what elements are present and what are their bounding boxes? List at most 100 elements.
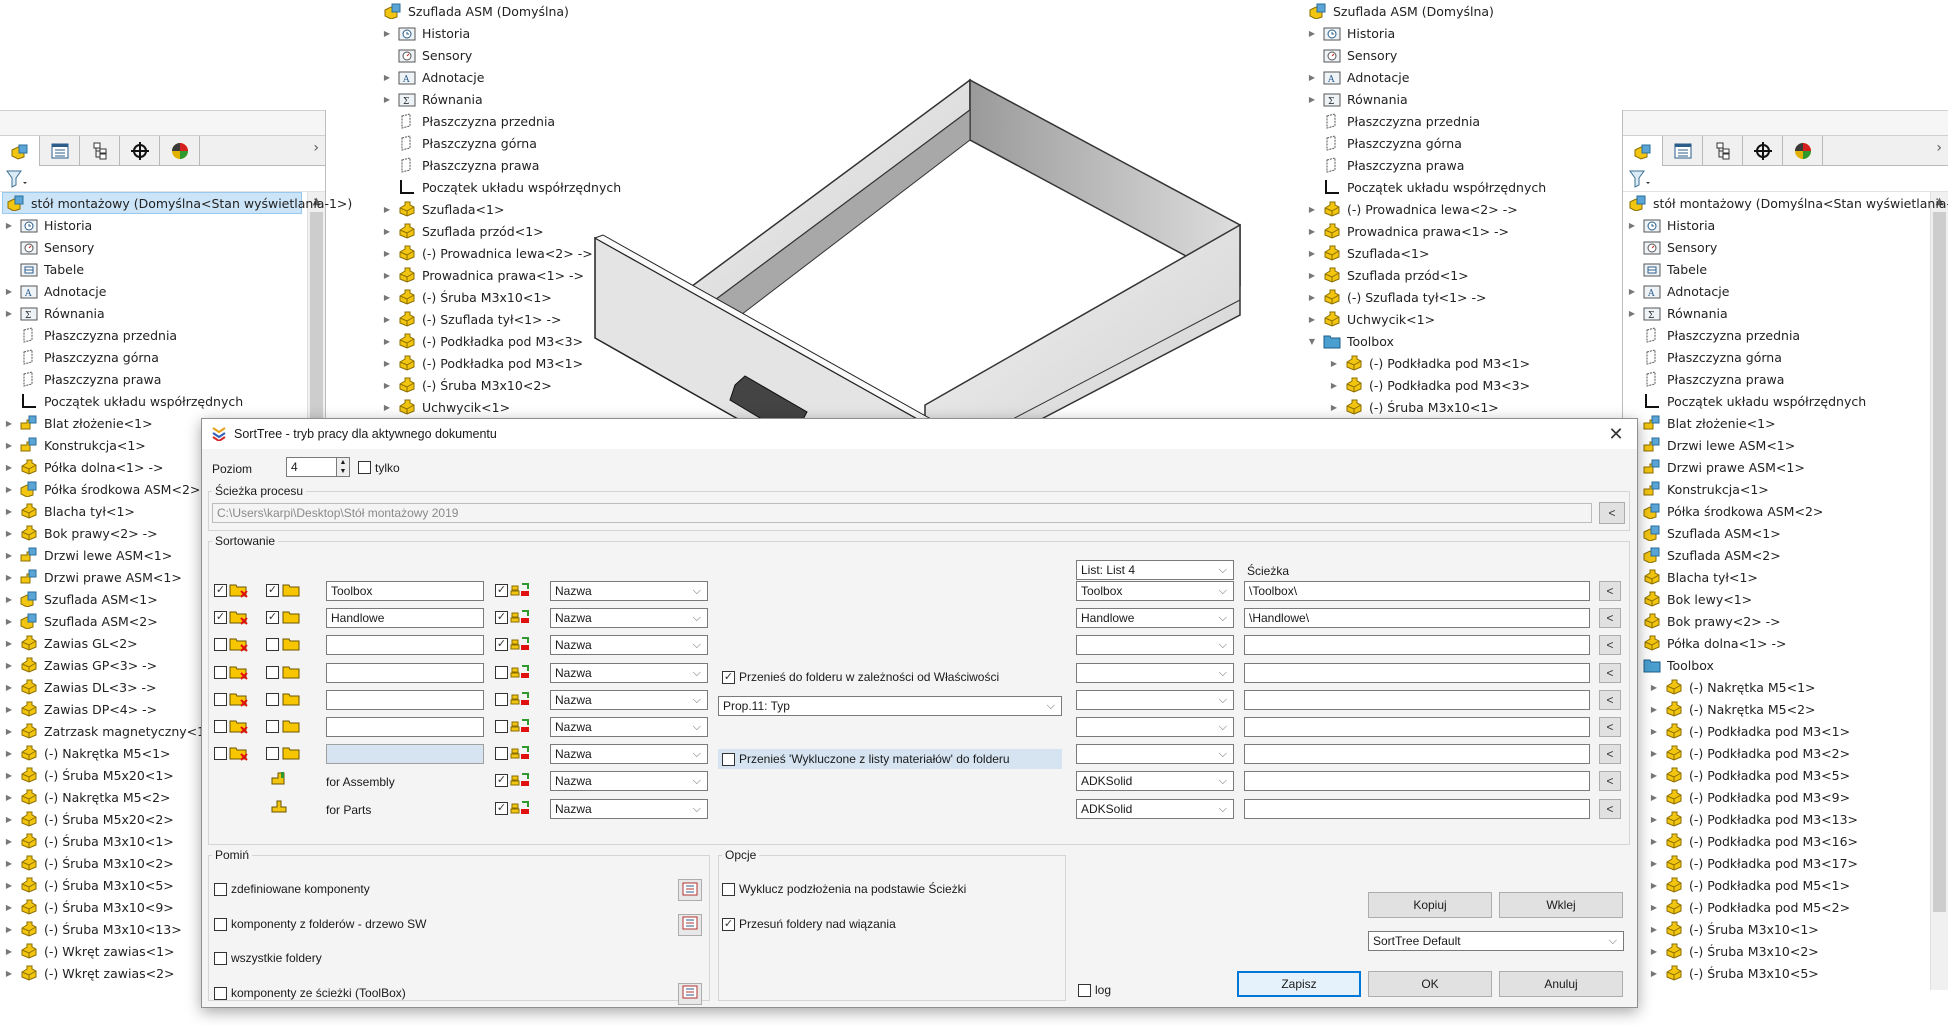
expand-arrow-icon[interactable]: ▶: [2, 812, 16, 826]
expand-arrow-icon[interactable]: ▶: [1327, 378, 1341, 392]
delete-folder-checkbox[interactable]: [214, 720, 227, 733]
tree-item[interactable]: ▶ Prowadnica prawa<1> ->: [1305, 220, 1625, 242]
tree-item[interactable]: ▶Drzwi lewe ASM<1>: [1625, 434, 1925, 456]
expand-arrow-icon[interactable]: ▶: [2, 306, 16, 320]
tab-property-manager[interactable]: [1663, 136, 1703, 166]
tree-item[interactable]: Płaszczyzna prawa: [2, 368, 302, 390]
folder-path-browse-button[interactable]: <: [1599, 799, 1621, 819]
expand-arrow-icon[interactable]: ▶: [1625, 218, 1639, 232]
expand-arrow-icon[interactable]: ▶: [2, 922, 16, 936]
tree-item[interactable]: Początek układu współrzędnych: [2, 390, 302, 412]
process-path-browse-button[interactable]: <: [1599, 502, 1625, 524]
expand-arrow-icon[interactable]: ▶: [1647, 680, 1661, 694]
sort-by-select[interactable]: Nazwa ⌵: [550, 663, 708, 683]
list-entry-select[interactable]: ⌵: [1076, 663, 1234, 683]
expand-arrow-icon[interactable]: ▶: [380, 400, 394, 414]
delete-folder-checkbox[interactable]: [214, 666, 227, 679]
expand-arrow-icon[interactable]: ▶: [2, 636, 16, 650]
folder-path-input[interactable]: \Handlowe\: [1244, 608, 1590, 628]
sort-by-select[interactable]: Nazwa ⌵: [550, 799, 708, 819]
tree-item[interactable]: Płaszczyzna górna: [1625, 346, 1925, 368]
tree-item[interactable]: ▶Bok lewy<1>: [1625, 588, 1925, 610]
folder-path-browse-button[interactable]: <: [1599, 771, 1621, 791]
tree-item[interactable]: Sensory: [1625, 236, 1925, 258]
skip-option-checkbox[interactable]: [214, 986, 227, 1000]
folder-path-browse-button[interactable]: <: [1599, 635, 1621, 655]
folder-path-input[interactable]: [1244, 717, 1590, 737]
delete-folder-checkbox[interactable]: [214, 693, 227, 706]
log-checkbox[interactable]: [1078, 984, 1091, 997]
level-input[interactable]: 4: [286, 457, 338, 477]
sort-by-select[interactable]: Nazwa ⌵: [550, 690, 708, 710]
expand-arrow-icon[interactable]: ▶: [1647, 702, 1661, 716]
folder-path-input[interactable]: [1244, 663, 1590, 683]
tree-item[interactable]: ▶ (-) Podkładka pod M3<2>: [1625, 742, 1925, 764]
tree-item[interactable]: Sensory: [380, 44, 700, 66]
panel-expand-chevron-icon[interactable]: ›: [313, 140, 319, 156]
sort-by-select[interactable]: Nazwa ⌵: [550, 771, 708, 791]
tree-item[interactable]: ▶Półka dolna<1> ->: [1625, 632, 1925, 654]
sort-checkbox[interactable]: [495, 802, 508, 815]
tree-filter[interactable]: [0, 166, 325, 192]
tree-item[interactable]: Płaszczyzna przednia: [1625, 324, 1925, 346]
tree-item[interactable]: ▼ Toolbox: [1305, 330, 1625, 352]
scroll-thumb[interactable]: [1933, 212, 1946, 912]
tree-item[interactable]: ▶ A Adnotacje: [1625, 280, 1925, 302]
expand-arrow-icon[interactable]: ▶: [2, 482, 16, 496]
expand-arrow-icon[interactable]: ▶: [1647, 878, 1661, 892]
expand-arrow-icon[interactable]: ▶: [2, 526, 16, 540]
expand-arrow-icon[interactable]: ▶: [2, 768, 16, 782]
tree-item[interactable]: ▶ Historia: [1625, 214, 1925, 236]
delete-folder-checkbox[interactable]: [214, 638, 227, 651]
tree-item[interactable]: ▶Blat złożenie<1>: [1625, 412, 1925, 434]
tree-item[interactable]: ▶ (-) Podkładka pod M3<5>: [1625, 764, 1925, 786]
expand-arrow-icon[interactable]: ▶: [380, 246, 394, 260]
tree-item[interactable]: Sensory: [1305, 44, 1625, 66]
tree-item[interactable]: ▶ (-) Podkładka pod M3<17>: [1625, 852, 1925, 874]
tree-item[interactable]: ▶ Σ Równania: [2, 302, 302, 324]
tree-item[interactable]: ▶ Historia: [380, 22, 700, 44]
expand-arrow-icon[interactable]: ▶: [380, 224, 394, 238]
cancel-button[interactable]: Anuluj: [1499, 971, 1623, 997]
option-checkbox[interactable]: [722, 917, 735, 931]
tree-item[interactable]: ▶ (-) Podkładka pod M5<1>: [1625, 874, 1925, 896]
tree-item[interactable]: ▶ (-) Podkładka pod M5<2>: [1625, 896, 1925, 918]
tab-dimxpert-manager[interactable]: [1743, 136, 1783, 166]
property-select[interactable]: Prop.11: Typ ⌵: [718, 696, 1062, 716]
tree-item[interactable]: ▶ Historia: [2, 214, 302, 236]
expand-arrow-icon[interactable]: ▶: [2, 900, 16, 914]
folder-path-input[interactable]: [1244, 771, 1590, 791]
tree-item[interactable]: Początek układu współrzędnych: [1305, 176, 1625, 198]
folder-path-browse-button[interactable]: <: [1599, 690, 1621, 710]
expand-arrow-icon[interactable]: ▶: [1305, 202, 1319, 216]
expand-arrow-icon[interactable]: ▶: [380, 356, 394, 370]
tab-display-manager[interactable]: [1783, 136, 1823, 166]
tree-item[interactable]: Tabele: [2, 258, 302, 280]
expand-arrow-icon[interactable]: ▶: [1647, 790, 1661, 804]
tree-item[interactable]: ▶ (-) Prowadnica lewa<2> ->: [1305, 198, 1625, 220]
delete-folder-checkbox[interactable]: [214, 584, 227, 597]
sort-by-select[interactable]: Nazwa ⌵: [550, 635, 708, 655]
tree-item[interactable]: ▶ Szuflada przód<1>: [1305, 264, 1625, 286]
expand-arrow-icon[interactable]: ▶: [380, 26, 394, 40]
sort-by-select[interactable]: Nazwa ⌵: [550, 717, 708, 737]
folder-path-browse-button[interactable]: <: [1599, 663, 1621, 683]
tab-configuration-manager[interactable]: [1703, 136, 1743, 166]
expand-arrow-icon[interactable]: ▶: [2, 834, 16, 848]
skip-option-checkbox[interactable]: [214, 883, 227, 896]
copy-button[interactable]: Kopiuj: [1368, 892, 1492, 918]
list-entry-select[interactable]: ADKSolid ⌵: [1076, 771, 1234, 791]
tree-item[interactable]: ▶ Σ Równania: [1625, 302, 1925, 324]
tree-item[interactable]: ▶ (-) Śruba M3x10<5>: [1625, 962, 1925, 984]
tree-item[interactable]: ▶ (-) Nakrętka M5<2>: [1625, 698, 1925, 720]
tree-item[interactable]: ▶ (-) Podkładka pod M3<3>: [1305, 374, 1625, 396]
expand-arrow-icon[interactable]: ▶: [2, 438, 16, 452]
expand-arrow-icon[interactable]: ▶: [1305, 268, 1319, 282]
tree-item[interactable]: ▶Drzwi prawe ASM<1>: [1625, 456, 1925, 478]
skip-option-checkbox[interactable]: [214, 952, 227, 965]
folder-path-browse-button[interactable]: <: [1599, 608, 1621, 628]
expand-arrow-icon[interactable]: ▶: [1625, 284, 1639, 298]
expand-arrow-icon[interactable]: ▶: [2, 614, 16, 628]
sort-checkbox[interactable]: [495, 693, 508, 706]
expand-arrow-icon[interactable]: ▶: [380, 378, 394, 392]
